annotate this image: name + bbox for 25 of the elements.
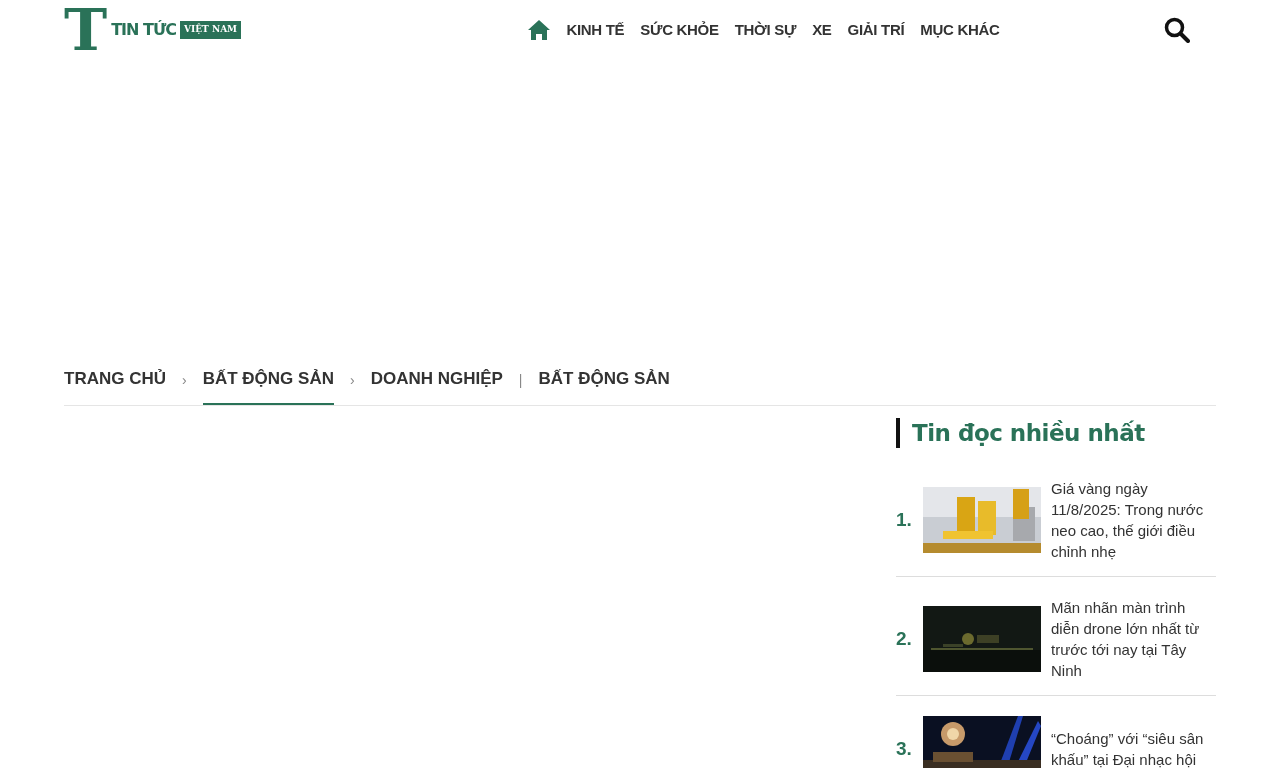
rank-number: 3. — [896, 736, 913, 761]
article-link[interactable]: Mãn nhãn màn trình diễn drone lớn nhất từ trước tới nay tại Tây Ninh — [1051, 597, 1211, 681]
search-icon[interactable] — [1164, 17, 1190, 43]
breadcrumb-separator: › — [182, 371, 187, 390]
logo-letter[interactable]: T — [64, 6, 108, 54]
breadcrumb-link[interactable]: BẤT ĐỘNG SẢN — [538, 355, 670, 405]
nav-link[interactable]: MỤC KHÁC — [920, 18, 1000, 42]
breadcrumb-separator: › — [349, 371, 355, 390]
breadcrumb-link[interactable]: TRANG CHỦ — [64, 355, 166, 405]
home-icon[interactable] — [528, 20, 551, 40]
logo-text[interactable]: TIN TỨC — [111, 18, 177, 42]
article-link[interactable]: “Choáng” với “siêu sân khấu” tại Đại nhạc hội — [1051, 728, 1211, 768]
nav-link[interactable]: SỨC KHỎE — [640, 18, 719, 42]
nav-link[interactable]: XE — [812, 18, 832, 42]
logo-tag: VIỆT NAM — [180, 21, 242, 39]
section-title: Tin đọc nhiều nhất — [896, 418, 1216, 448]
article-link[interactable]: Giá vàng ngày 11/8/2025: Trong nước neo cao, thế giới điều chỉnh nhẹ — [1051, 478, 1211, 562]
rank-number: 2. — [896, 626, 913, 651]
breadcrumb-separator: | — [518, 371, 523, 390]
breadcrumb-link[interactable]: BẤT ĐỘNG SẢN — [202, 355, 334, 405]
rank-number: 1. — [896, 507, 913, 532]
breadcrumb-link[interactable]: DOANH NGHIỆP — [370, 355, 503, 405]
nav-link[interactable]: GIẢI TRÍ — [847, 18, 905, 42]
nav-link[interactable]: THỜI SỰ — [734, 18, 797, 42]
nav-link[interactable]: KINH TẾ — [566, 18, 625, 42]
